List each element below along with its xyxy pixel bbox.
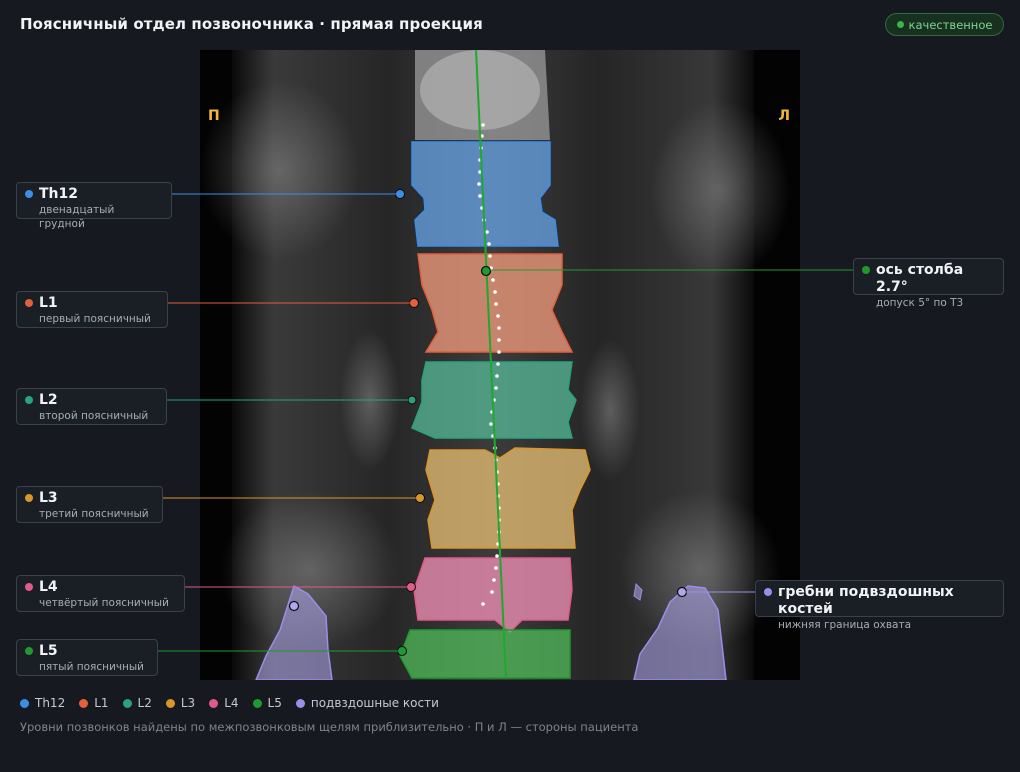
l3-dot-icon [25,494,33,502]
l1-marker [409,298,419,308]
callout-l5[interactable]: L5 пятый поясничный [16,639,158,676]
legend-item-l5[interactable]: L5 [252,696,282,710]
callout-l5-name: L5 [39,643,58,659]
legend-item-l1[interactable]: L1 [79,696,109,710]
l2-marker [407,395,417,405]
callout-iliac-name: гребни подвздошных костей [778,584,954,617]
th12-swatch-icon [20,698,29,708]
l1-dot-icon [25,299,33,307]
iliac-right-marker [676,586,688,598]
callout-l4[interactable]: L4 четвёртый поясничный [16,575,185,612]
l4-dot-icon [25,583,33,591]
legend-item-iliac[interactable]: подвздошные кости [295,696,439,710]
legend-item-label: L3 [180,696,196,710]
callout-th12[interactable]: Th12 двенадцатый грудной [16,182,172,230]
callout-l2-name: L2 [39,392,58,408]
callout-l1-name: L1 [39,295,58,311]
iliac-swatch-icon [295,698,305,708]
th12-dot-icon [25,190,33,198]
axis-marker [480,265,492,277]
l5-segment [399,629,571,679]
iliac-dot-icon [764,588,772,596]
legend-item-label: L4 [224,696,239,710]
callout-axis[interactable]: ось столба 2.7° допуск 5° по Т3 [853,258,1004,309]
callout-th12-sub: двенадцатый грудной [39,204,115,230]
callout-iliac-sub: нижняя граница охвата [778,619,912,631]
callout-l2-sub: второй поясничный [39,410,149,422]
l3-segment [425,447,591,549]
legend-item-th12[interactable]: Th12 [20,696,65,710]
callout-l5-sub: пятый поясничный [39,661,144,673]
iliac-left-marker [288,600,300,612]
xray-image [200,50,800,680]
page-title: Поясничный отдел позвоночника · прямая п… [20,15,483,33]
quality-badge-label: качественное [908,17,993,32]
th12-marker [395,189,405,199]
callout-iliac[interactable]: гребни подвздошных костей нижняя граница… [755,580,1004,631]
legend-item-label: Th12 [35,696,66,710]
legend: Th12 L1 L2 L3 L4 L5 подвздошные кости [20,696,439,710]
l2-dot-icon [25,396,33,404]
l5-marker [397,646,407,656]
callout-l1-sub: первый поясничный [39,313,151,325]
legend-item-label: подвздошные кости [310,696,439,710]
legend-item-l3[interactable]: L3 [165,696,196,710]
callout-l4-sub: четвёртый поясничный [39,597,169,609]
legend-item-label: L1 [94,696,109,710]
l3-marker [415,493,425,503]
l5-dot-icon [25,647,33,655]
patient-left-side-label: Л [778,108,790,124]
status-dot-icon [896,21,904,28]
footnote: Уровни позвонков найдены по межпозвонков… [20,720,639,734]
l5-swatch-icon [252,698,262,708]
xray-viewer[interactable]: П Л [200,50,800,680]
callout-l4-name: L4 [39,579,58,595]
callout-l3-name: L3 [39,490,58,506]
legend-item-label: L5 [267,696,282,710]
callout-l2[interactable]: L2 второй поясничный [16,388,167,425]
legend-item-l4[interactable]: L4 [209,696,239,710]
l3-swatch-icon [165,698,175,708]
l4-swatch-icon [209,698,219,708]
patient-right-side-label: П [208,108,220,124]
callout-th12-name: Th12 [39,186,78,202]
callout-l1[interactable]: L1 первый поясничный [16,291,168,328]
callout-axis-name: ось столба 2.7° [876,262,964,295]
l4-marker [406,582,416,592]
callout-l3-sub: третий поясничный [39,508,149,520]
quality-badge: качественное [885,13,1004,36]
legend-item-label: L2 [137,696,152,710]
callout-l3[interactable]: L3 третий поясничный [16,486,163,523]
axis-dot-icon [862,266,870,274]
legend-item-l2[interactable]: L2 [122,696,152,710]
callout-axis-sub: допуск 5° по Т3 [876,297,964,309]
l2-swatch-icon [122,698,132,708]
l1-swatch-icon [79,698,89,708]
